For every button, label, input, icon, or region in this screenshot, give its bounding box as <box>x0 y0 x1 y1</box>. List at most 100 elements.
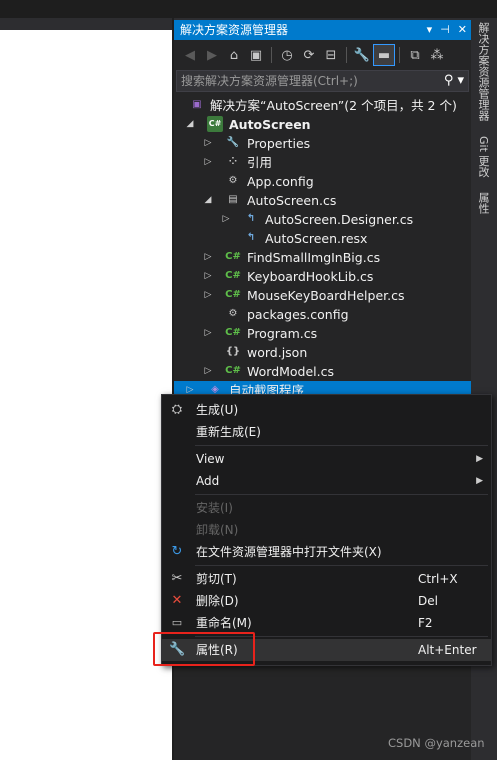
tree-project-node[interactable]: ◢ C# AutoScreen <box>174 115 471 134</box>
menu-item-shortcut: Alt+Enter <box>418 643 477 657</box>
menu-separator <box>195 565 488 566</box>
submenu-arrow-icon: ▶ <box>476 454 483 464</box>
toolbar-separator <box>399 47 400 63</box>
tree-item-references[interactable]: ▷ ⁘ 引用 <box>174 153 471 172</box>
collapsed-arrow-icon[interactable]: ▷ <box>220 210 232 229</box>
menu-item-label: 剪切(T) <box>196 572 237 586</box>
tree-project-label: AutoScreen <box>229 117 311 132</box>
tree-item-word-json[interactable]: {} word.json <box>174 343 471 362</box>
expanded-arrow-icon[interactable]: ◢ <box>184 115 196 134</box>
build-icon: ⛭ <box>171 402 183 417</box>
tree-solution-node[interactable]: ▣ 解决方案“AutoScreen”(2 个项目，共 2 个) <box>174 96 471 115</box>
menu-item-view[interactable]: View ▶ <box>162 448 491 470</box>
search-icon[interactable]: ⚲ ▾ <box>444 71 464 91</box>
menu-item-shortcut: Ctrl+X <box>418 572 458 586</box>
tab-properties[interactable]: 属性 <box>474 192 492 214</box>
tree-item-label: MouseKeyBoardHelper.cs <box>247 288 405 303</box>
annotation-highlight-box <box>153 632 255 666</box>
csharp-file-icon: C# <box>225 270 241 281</box>
rename-icon: ▭ <box>171 616 183 629</box>
collapsed-arrow-icon[interactable]: ▷ <box>202 153 214 172</box>
collapsed-arrow-icon[interactable]: ▷ <box>202 248 214 267</box>
collapsed-arrow-icon[interactable]: ▷ <box>202 324 214 343</box>
tree-item-app-config[interactable]: ⚙ App.config <box>174 172 471 191</box>
menu-item-uninstall: 卸载(N) <box>162 519 491 541</box>
forward-icon[interactable]: ▶ <box>202 45 222 65</box>
tree-item-label: Program.cs <box>247 326 318 341</box>
tab-git-changes[interactable]: Git 更改 <box>474 136 492 177</box>
menu-item-rename[interactable]: ▭ 重命名(M) F2 <box>162 612 491 634</box>
tree-item-label: word.json <box>247 345 308 360</box>
config-file-icon: ⚙ <box>228 308 238 319</box>
menu-item-label: View <box>196 452 225 466</box>
open-folder-arrow-icon: ↻ <box>171 544 183 559</box>
collapsed-arrow-icon[interactable]: ▷ <box>202 286 214 305</box>
home-icon[interactable]: ⌂ <box>224 45 244 65</box>
collapsed-arrow-icon[interactable]: ▷ <box>202 267 214 286</box>
tree-item-label: FindSmallImgInBig.cs <box>247 250 381 265</box>
properties-wrench-icon[interactable]: 🔧 <box>352 45 372 65</box>
json-file-icon: {} <box>225 346 241 357</box>
tab-solution-explorer[interactable]: 解决方案资源管理器 <box>474 22 492 121</box>
show-all-files-icon[interactable]: ⧉ <box>405 45 425 65</box>
tree-item-wordmodel-cs[interactable]: ▷ C# WordModel.cs <box>174 362 471 381</box>
preview-selected-icon[interactable]: ▬ <box>373 44 395 66</box>
menu-item-label: 重命名(M) <box>196 616 252 630</box>
tree-item-mousekeyboardhelper[interactable]: ▷ C# MouseKeyBoardHelper.cs <box>174 286 471 305</box>
pending-changes-filter-icon[interactable]: ◷ <box>277 45 297 65</box>
class-view-icon[interactable]: ⁂ <box>427 45 447 65</box>
tree-item-autoscreen-resx[interactable]: ↰ AutoScreen.resx <box>174 229 471 248</box>
panel-title-bar: 解决方案资源管理器 ▾ ⊣ ✕ <box>174 20 471 40</box>
scissors-icon: ✂ <box>171 571 183 586</box>
collapsed-arrow-icon[interactable]: ▷ <box>202 134 214 153</box>
menu-item-label: 卸载(N) <box>196 523 239 537</box>
tree-item-label: packages.config <box>247 307 349 322</box>
menu-item-label: 安装(I) <box>196 501 233 515</box>
expanded-arrow-icon[interactable]: ◢ <box>202 191 214 210</box>
menu-item-label: Add <box>196 474 220 488</box>
tree-item-findsmallimginbig[interactable]: ▷ C# FindSmallImgInBig.cs <box>174 248 471 267</box>
resource-file-icon: ↰ <box>246 232 256 243</box>
tree-item-packages-config[interactable]: ⚙ packages.config <box>174 305 471 324</box>
tree-item-autoscreen-designer[interactable]: ▷ ↰ AutoScreen.Designer.cs <box>174 210 471 229</box>
menu-item-shortcut: F2 <box>418 616 433 630</box>
switch-views-icon[interactable]: ▣ <box>246 45 266 65</box>
tree-solution-label: 解决方案“AutoScreen”(2 个项目，共 2 个) <box>210 98 457 113</box>
collapse-all-icon[interactable]: ⊟ <box>321 45 341 65</box>
csharp-file-icon: C# <box>225 289 241 300</box>
menu-item-cut[interactable]: ✂ 剪切(T) Ctrl+X <box>162 568 491 590</box>
tree-item-keyboardhooklib[interactable]: ▷ C# KeyboardHookLib.cs <box>174 267 471 286</box>
panel-title: 解决方案资源管理器 <box>180 23 289 37</box>
close-icon[interactable]: ✕ <box>458 20 467 40</box>
menu-separator <box>195 445 488 446</box>
sync-icon[interactable]: ⟳ <box>299 45 319 65</box>
wrench-icon: 🔧 <box>226 137 240 148</box>
panel-toolbar: ◀ ▶ ⌂ ▣ ◷ ⟳ ⊟ 🔧 ▬ ⧉ ⁂ <box>174 42 471 68</box>
menu-item-build[interactable]: ⛭ 生成(U) <box>162 399 491 421</box>
tree-item-properties[interactable]: ▷ 🔧 Properties <box>174 134 471 153</box>
collapsed-arrow-icon[interactable]: ▷ <box>202 362 214 381</box>
menu-item-delete[interactable]: ✕ 删除(D) Del <box>162 590 491 612</box>
editor-area <box>0 18 174 760</box>
menu-item-install: 安装(I) <box>162 497 491 519</box>
search-input[interactable]: 搜索解决方案资源管理器(Ctrl+;) ⚲ ▾ <box>176 70 469 92</box>
dropdown-icon[interactable]: ▾ <box>427 20 433 40</box>
tree-item-autoscreen-cs[interactable]: ◢ ▤ AutoScreen.cs <box>174 191 471 210</box>
menu-item-add[interactable]: Add ▶ <box>162 470 491 492</box>
submenu-arrow-icon: ▶ <box>476 476 483 486</box>
pin-icon[interactable]: ⊣ <box>440 20 450 40</box>
menu-item-open-folder[interactable]: ↻ 在文件资源管理器中打开文件夹(X) <box>162 541 491 563</box>
tree-item-label: Properties <box>247 136 311 151</box>
form-file-icon: ▤ <box>228 194 238 205</box>
menu-item-rebuild[interactable]: 重新生成(E) <box>162 421 491 443</box>
back-icon[interactable]: ◀ <box>180 45 200 65</box>
tree-item-label: AutoScreen.cs <box>247 193 337 208</box>
toolbar-separator <box>271 47 272 63</box>
editor-topline <box>0 18 174 30</box>
menu-item-label: 在文件资源管理器中打开文件夹(X) <box>196 545 382 559</box>
csharp-file-icon: C# <box>225 251 241 262</box>
menu-item-shortcut: Del <box>418 594 438 608</box>
config-file-icon: ⚙ <box>228 175 238 186</box>
tree-item-program-cs[interactable]: ▷ C# Program.cs <box>174 324 471 343</box>
menu-item-label: 删除(D) <box>196 594 239 608</box>
